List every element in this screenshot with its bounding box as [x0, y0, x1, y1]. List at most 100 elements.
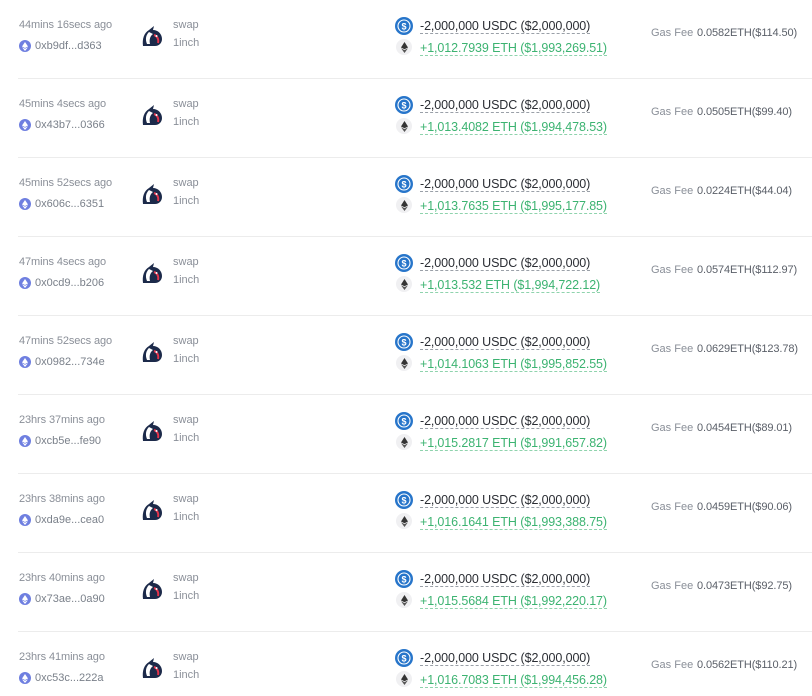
1inch-unicorn-icon — [142, 184, 162, 204]
tx-time: 23hrs 38mins ago — [19, 493, 105, 505]
tx-action: swap — [173, 256, 199, 268]
eth-icon — [396, 118, 412, 134]
tx-hash-link[interactable]: 0xc53c...222a — [19, 670, 104, 686]
token-out-amount[interactable]: -2,000,000 USDC ($2,000,000) — [420, 256, 590, 271]
tx-hash-text: 0x73ae...0a90 — [35, 593, 105, 605]
token-out-amount[interactable]: -2,000,000 USDC ($2,000,000) — [420, 414, 590, 429]
ethereum-icon — [19, 435, 31, 447]
token-in-amount[interactable]: +1,015.5684 ETH ($1,992,220.17) — [420, 594, 607, 609]
token-in-amount[interactable]: +1,014.1063 ETH ($1,995,852.55) — [420, 357, 607, 372]
transaction-row: 23hrs 37mins ago 0xcb5e...fe90 swap 1inc… — [0, 395, 812, 474]
ethereum-icon — [19, 514, 31, 526]
gas-fee-value: 0.0574ETH($112.97) — [697, 264, 798, 276]
tx-action: swap — [173, 651, 199, 663]
transaction-row: 47mins 4secs ago 0x0cd9...b206 swap 1inc… — [0, 237, 812, 316]
transaction-row: 45mins 52secs ago 0x606c...6351 swap 1in… — [0, 158, 812, 237]
token-in-amount[interactable]: +1,012.7939 ETH ($1,993,269.51) — [420, 41, 607, 56]
tx-hash-text: 0xb9df...d363 — [35, 40, 102, 52]
tx-hash-link[interactable]: 0xb9df...d363 — [19, 38, 102, 54]
1inch-unicorn-icon — [142, 500, 162, 520]
token-out-amount[interactable]: -2,000,000 USDC ($2,000,000) — [420, 98, 590, 113]
tx-hash-text: 0x0982...734e — [35, 356, 105, 368]
token-out-amount[interactable]: -2,000,000 USDC ($2,000,000) — [420, 651, 590, 666]
1inch-unicorn-icon — [142, 658, 162, 678]
token-out-amount[interactable]: -2,000,000 USDC ($2,000,000) — [420, 177, 590, 192]
svg-text:$: $ — [401, 179, 406, 189]
tx-action: swap — [173, 572, 199, 584]
svg-text:$: $ — [401, 495, 406, 505]
tx-hash-link[interactable]: 0xda9e...cea0 — [19, 512, 104, 528]
tx-time: 47mins 52secs ago — [19, 335, 113, 347]
token-out-amount[interactable]: -2,000,000 USDC ($2,000,000) — [420, 572, 590, 587]
svg-text:$: $ — [401, 416, 406, 426]
tx-platform: 1inch — [173, 353, 200, 365]
usdc-icon: $ — [395, 175, 413, 193]
gas-fee-label: Gas Fee — [651, 185, 694, 197]
tx-action: swap — [173, 19, 199, 31]
gas-fee-label: Gas Fee — [651, 501, 694, 513]
gas-fee-label: Gas Fee — [651, 580, 694, 592]
usdc-icon: $ — [395, 649, 413, 667]
tx-time: 44mins 16secs ago — [19, 19, 113, 31]
token-in-amount[interactable]: +1,016.7083 ETH ($1,994,456.28) — [420, 673, 607, 688]
token-in-amount[interactable]: +1,013.4082 ETH ($1,994,478.53) — [420, 120, 607, 135]
tx-platform: 1inch — [173, 116, 200, 128]
tx-action: swap — [173, 177, 199, 189]
svg-text:$: $ — [401, 258, 406, 268]
1inch-unicorn-icon — [142, 579, 162, 599]
gas-fee-value: 0.0505ETH($99.40) — [697, 106, 792, 118]
ethereum-icon — [19, 672, 31, 684]
token-out-amount[interactable]: -2,000,000 USDC ($2,000,000) — [420, 335, 590, 350]
tx-time: 45mins 52secs ago — [19, 177, 113, 189]
transaction-row: 44mins 16secs ago 0xb9df...d363 swap 1in… — [0, 0, 812, 79]
tx-action: swap — [173, 98, 199, 110]
tx-hash-text: 0x43b7...0366 — [35, 119, 105, 131]
ethereum-icon — [19, 40, 31, 52]
tx-hash-text: 0xda9e...cea0 — [35, 514, 105, 526]
svg-text:$: $ — [401, 21, 406, 31]
ethereum-icon — [19, 277, 31, 289]
tx-hash-text: 0x606c...6351 — [35, 198, 105, 210]
tx-hash-link[interactable]: 0x73ae...0a90 — [19, 591, 105, 607]
tx-platform: 1inch — [173, 432, 200, 444]
tx-action: swap — [173, 335, 199, 347]
tx-hash-link[interactable]: 0x0cd9...b206 — [19, 275, 104, 291]
usdc-icon: $ — [395, 96, 413, 114]
token-in-amount[interactable]: +1,013.7635 ETH ($1,995,177.85) — [420, 199, 607, 214]
svg-text:$: $ — [401, 100, 406, 110]
gas-fee-value: 0.0582ETH($114.50) — [697, 27, 798, 39]
tx-time: 45mins 4secs ago — [19, 98, 107, 110]
1inch-unicorn-icon — [142, 342, 162, 362]
eth-icon — [396, 197, 412, 213]
tx-platform: 1inch — [173, 195, 200, 207]
tx-hash-link[interactable]: 0x0982...734e — [19, 354, 105, 370]
transaction-row: 47mins 52secs ago 0x0982...734e swap 1in… — [0, 316, 812, 395]
transaction-row: 23hrs 40mins ago 0x73ae...0a90 swap 1inc… — [0, 553, 812, 632]
transaction-row: 23hrs 41mins ago 0xc53c...222a swap 1inc… — [0, 632, 812, 696]
tx-hash-link[interactable]: 0xcb5e...fe90 — [19, 433, 101, 449]
svg-text:$: $ — [401, 574, 406, 584]
token-out-amount[interactable]: -2,000,000 USDC ($2,000,000) — [420, 19, 590, 34]
token-in-amount[interactable]: +1,013.532 ETH ($1,994,722.12) — [420, 278, 600, 293]
token-out-amount[interactable]: -2,000,000 USDC ($2,000,000) — [420, 493, 590, 508]
eth-icon — [396, 592, 412, 608]
token-in-amount[interactable]: +1,016.1641 ETH ($1,993,388.75) — [420, 515, 607, 530]
gas-fee-value: 0.0224ETH($44.04) — [697, 185, 792, 197]
transaction-row: 45mins 4secs ago 0x43b7...0366 swap 1inc… — [0, 79, 812, 158]
tx-hash-text: 0x0cd9...b206 — [35, 277, 105, 289]
tx-hash-link[interactable]: 0x606c...6351 — [19, 196, 104, 212]
tx-time: 23hrs 37mins ago — [19, 414, 105, 426]
gas-fee-label: Gas Fee — [651, 264, 694, 276]
eth-icon — [396, 513, 412, 529]
ethereum-icon — [19, 356, 31, 368]
gas-fee-label: Gas Fee — [651, 422, 694, 434]
token-in-amount[interactable]: +1,015.2817 ETH ($1,991,657.82) — [420, 436, 607, 451]
1inch-unicorn-icon — [142, 263, 162, 283]
tx-platform: 1inch — [173, 274, 200, 286]
eth-icon — [396, 671, 412, 687]
tx-time: 23hrs 40mins ago — [19, 572, 105, 584]
gas-fee-value: 0.0459ETH($90.06) — [697, 501, 792, 513]
tx-hash-link[interactable]: 0x43b7...0366 — [19, 117, 105, 133]
tx-platform: 1inch — [173, 37, 200, 49]
usdc-icon: $ — [395, 491, 413, 509]
